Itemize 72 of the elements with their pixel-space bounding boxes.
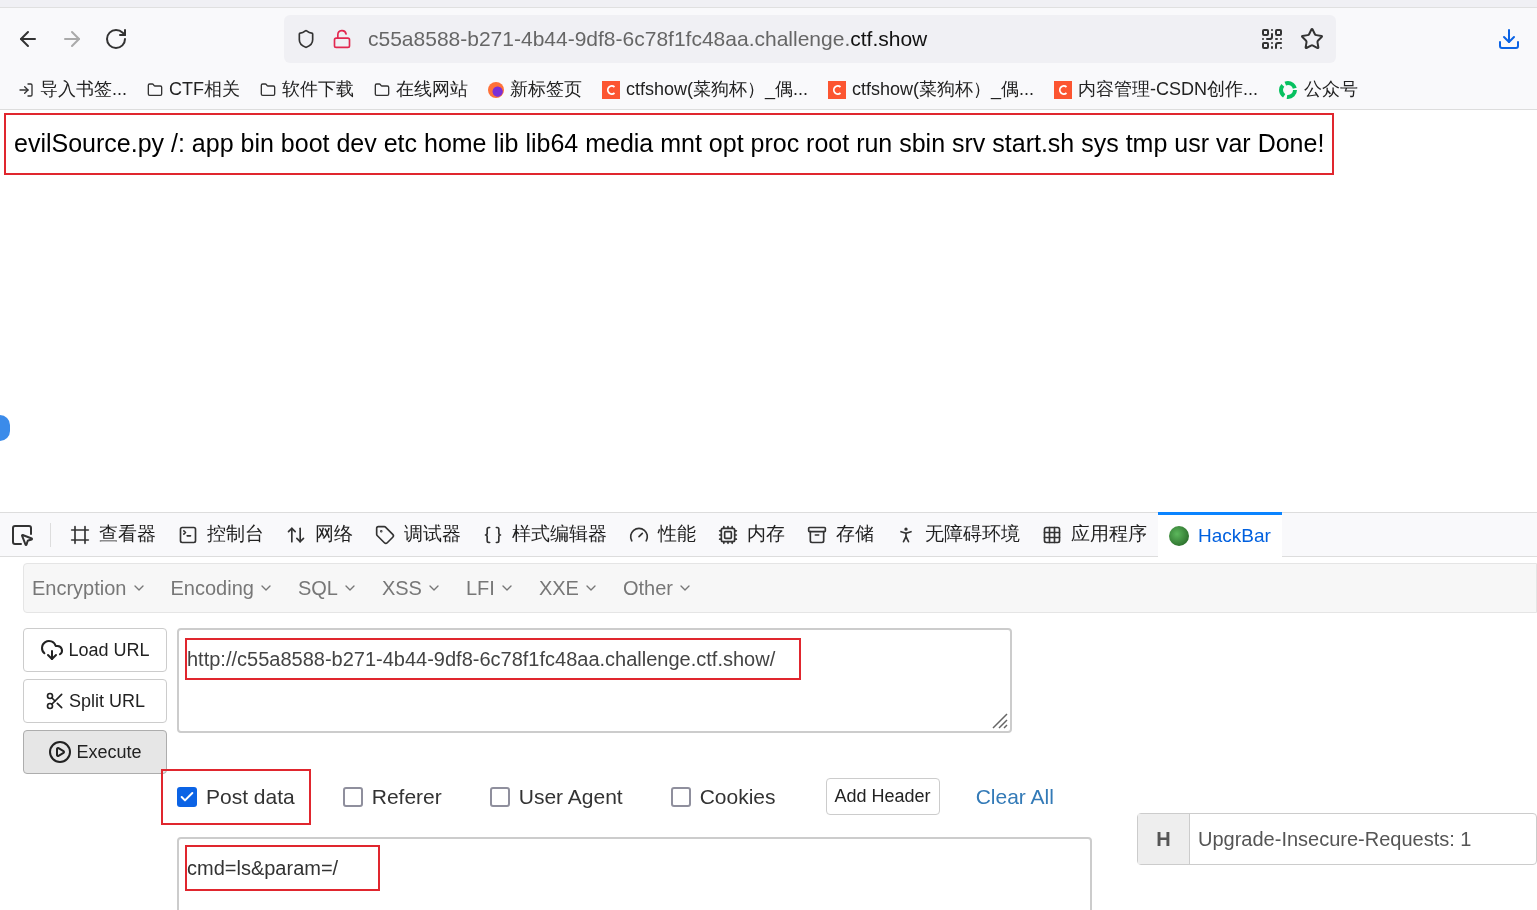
devtools-tab[interactable]: 存储 (796, 512, 885, 557)
folder-icon (260, 81, 276, 98)
ring-logo-icon (1278, 79, 1299, 100)
cabinet-icon (807, 524, 827, 545)
letter-c-logo-icon (1054, 80, 1073, 99)
devtools-tab[interactable]: 应用程序 (1031, 512, 1158, 557)
bookmark-item[interactable]: ctfshow(菜狗杯）_偶... (602, 76, 809, 103)
browser-logo-icon (488, 81, 504, 98)
clear-all-link[interactable]: Clear All (975, 781, 1054, 813)
braces-icon (483, 524, 503, 545)
devtools-tab[interactable]: 查看器 (59, 512, 167, 557)
letter-c-logo-icon (602, 80, 620, 99)
letter-c-logo-icon (828, 80, 847, 99)
devtools-tab[interactable]: 调试器 (364, 512, 472, 557)
bookmark-item[interactable]: ctfshow(菜狗杯）_偶... (828, 76, 1035, 103)
star-icon[interactable] (1300, 27, 1324, 51)
menu-dropdown[interactable]: XXE (538, 573, 599, 603)
bookmark-item[interactable]: 软件下载 (260, 76, 354, 103)
ball-logo-icon (1169, 526, 1189, 546)
folder-icon (147, 81, 163, 98)
chip-icon (718, 524, 738, 545)
bookmark-item[interactable]: 新标签页 (488, 76, 582, 103)
option-checkbox[interactable]: Referer (328, 771, 456, 823)
header-value: Upgrade-Insecure-Requests: 1 (1197, 826, 1472, 852)
url-field[interactable]: http://c55a8588-b271-4b44-9df8-6c78f1fc48aa.challenge.ctf.show/ (177, 628, 1012, 733)
post-data-value: cmd=ls&param=/ (187, 846, 379, 889)
devtools-tab[interactable]: 无障碍环境 (885, 512, 1031, 557)
menu-dropdown[interactable]: Other (622, 573, 693, 603)
bookmark-item[interactable]: 内容管理-CSDN创作... (1054, 76, 1259, 103)
option-checkbox[interactable]: Post data (163, 771, 309, 823)
hackbar-button[interactable]: Execute (23, 730, 167, 774)
devtools-tab[interactable]: 性能 (618, 512, 707, 557)
devtools-tab[interactable]: 样式编辑器 (472, 512, 618, 557)
menu-dropdown[interactable]: Encoding (170, 573, 274, 603)
reload-icon[interactable] (104, 27, 128, 51)
bookmark-item[interactable]: 公众号 (1278, 76, 1359, 103)
devtools-tab[interactable]: 内存 (707, 512, 796, 557)
grid-icon (1042, 524, 1062, 545)
devtools-tab[interactable]: HackBar (1158, 512, 1282, 557)
bookmark-item[interactable]: 在线网站 (374, 76, 468, 103)
devtools-tab[interactable]: 网络 (275, 512, 364, 557)
devtools-tab[interactable]: 控制台 (167, 512, 275, 557)
folder-icon (374, 81, 390, 98)
add-header-button[interactable]: Add Header (825, 778, 940, 816)
url-value: http://c55a8588-b271-4b44-9df8-6c78f1fc48aa.challenge.ctf.show/ (187, 640, 800, 678)
play-icon (48, 740, 73, 764)
hackbar-button[interactable]: Load URL (23, 628, 167, 672)
download-icon[interactable] (1497, 27, 1521, 51)
bookmark-item[interactable]: CTF相关 (147, 76, 240, 103)
import-icon (18, 81, 34, 98)
hackbar-button[interactable]: Split URL (23, 679, 167, 723)
scissors-icon (45, 691, 65, 711)
post-data-field[interactable]: cmd=ls&param=/ (177, 836, 1092, 910)
resize-grip-icon (990, 711, 1008, 729)
qr-code-icon[interactable] (1260, 27, 1284, 51)
tag-icon (375, 524, 395, 545)
inspector-icon (70, 524, 90, 545)
url-text: c55a8588-b271-4b44-9df8-6c78f1fc48aa.challenge.ctf.show (368, 26, 929, 53)
address-bar[interactable]: c55a8588-b271-4b44-9df8-6c78f1fc48aa.challenge.ctf.show (284, 15, 1336, 63)
menu-dropdown[interactable]: SQL (297, 573, 358, 603)
shield-icon (296, 29, 316, 49)
option-checkbox[interactable]: User Agent (475, 771, 637, 823)
menu-dropdown[interactable]: Encryption (32, 573, 147, 603)
bookmark-item[interactable]: 导入书签... (18, 76, 127, 103)
option-checkbox[interactable]: Cookies (656, 771, 790, 823)
output-text: evilSource.py /: app bin boot dev etc home lib lib64 media mnt opt proc root run sbin srv start.sh sys tmp usr var Done! (4, 113, 1335, 175)
menu-dropdown[interactable]: XSS (381, 573, 442, 603)
element-picker-icon[interactable] (10, 522, 34, 547)
console-icon (178, 524, 198, 545)
cloud-download-icon (40, 638, 65, 662)
menu-dropdown[interactable]: LFI (465, 573, 515, 603)
header-key: H (1138, 813, 1190, 864)
